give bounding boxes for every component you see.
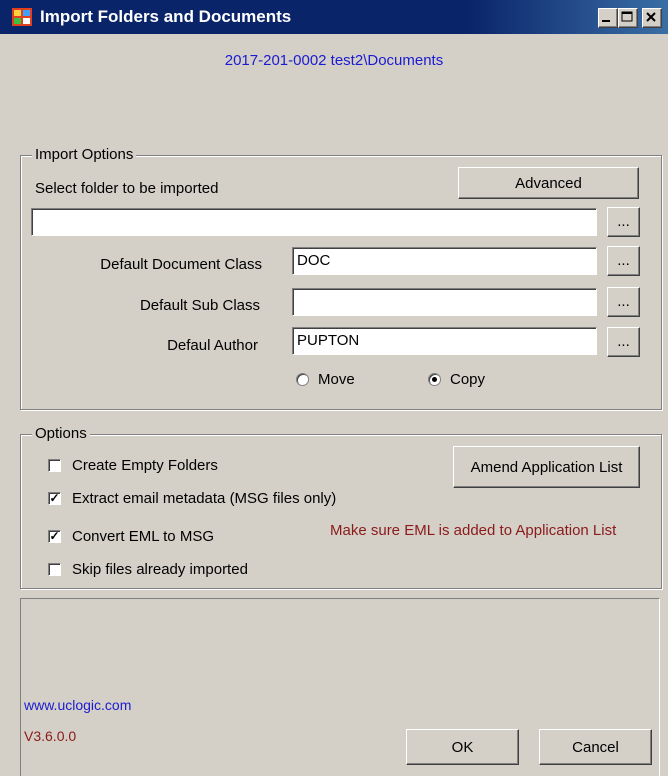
skip-imported-label: Skip files already imported [72,561,248,578]
extract-email-metadata-label: Extract email metadata (MSG files only) [72,490,337,507]
close-icon [646,12,656,22]
website-link[interactable]: www.uclogic.com [24,697,131,713]
maximize-icon [621,11,633,22]
browse-sub-class-button[interactable]: ... [607,287,640,317]
skip-imported-checkbox[interactable] [48,563,61,576]
eml-warning-text: Make sure EML is added to Application Li… [330,522,617,539]
author-label: Defaul Author [167,337,258,354]
minimize-icon [602,20,610,22]
browse-author-button[interactable]: ... [607,327,640,357]
extract-email-metadata-checkbox[interactable]: ✓ [48,492,61,505]
move-radio[interactable] [296,373,309,386]
document-path: 2017-201-0002 test2\Documents [224,52,444,69]
select-folder-label: Select folder to be imported [35,180,219,197]
checkmark-icon: ✓ [49,529,60,543]
app-icon [12,8,32,26]
options-legend: Options [32,425,90,442]
amend-application-list-button[interactable]: Amend Application List [453,446,640,488]
doc-class-input[interactable]: DOC [292,247,597,275]
sub-class-label: Default Sub Class [139,297,260,314]
copy-radio-selected [432,377,437,382]
doc-class-label: Default Document Class [100,256,262,273]
browse-folder-button[interactable]: ... [607,207,640,237]
move-label: Move [318,371,355,388]
copy-radio[interactable] [428,373,441,386]
ok-button[interactable]: OK [406,729,519,765]
maximize-button[interactable] [618,8,638,28]
close-button[interactable] [642,8,662,28]
browse-doc-class-button[interactable]: ... [607,246,640,276]
minimize-button[interactable] [598,8,618,28]
author-input[interactable]: PUPTON [292,327,597,355]
convert-eml-checkbox[interactable]: ✓ [48,530,61,543]
create-empty-folders-checkbox[interactable] [48,459,61,472]
advanced-button[interactable]: Advanced [458,167,639,199]
create-empty-folders-label: Create Empty Folders [72,457,218,474]
copy-label: Copy [450,371,486,388]
cancel-button[interactable]: Cancel [539,729,652,765]
sub-class-input[interactable] [292,288,597,316]
window-title: Import Folders and Documents [40,7,292,26]
import-options-legend: Import Options [32,146,137,163]
folder-input[interactable] [31,208,597,236]
checkmark-icon: ✓ [49,491,60,505]
convert-eml-label: Convert EML to MSG [72,528,214,545]
version-label: V3.6.0.0 [24,728,77,744]
